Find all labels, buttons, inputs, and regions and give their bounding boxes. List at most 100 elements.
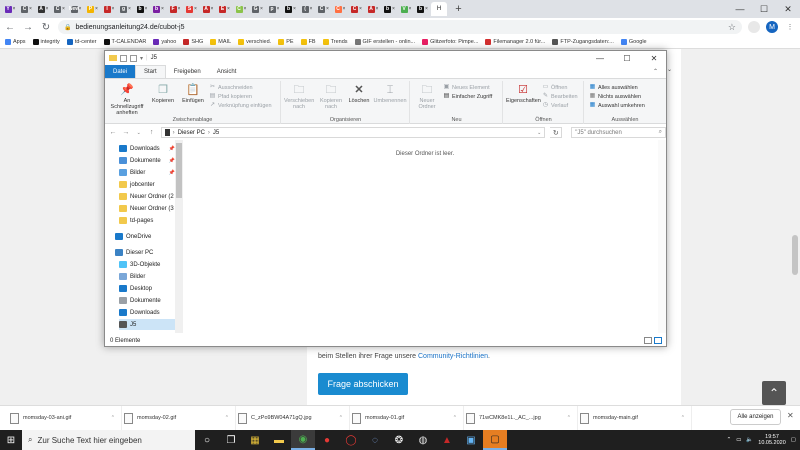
nav-item-pc[interactable]: Bilder	[119, 271, 177, 282]
move-to-button[interactable]: 🗀 Verschieben nach	[284, 83, 314, 111]
copy-button[interactable]: ❐ Kopieren	[149, 83, 177, 105]
cut-button[interactable]: ✂ Ausschneiden	[209, 84, 253, 91]
tab-close-icon[interactable]: ×	[326, 6, 329, 12]
nav-item-pc[interactable]: Dokumente	[119, 295, 177, 306]
back-arrow-icon[interactable]: ←	[109, 129, 117, 136]
nav-item-pc[interactable]: Desktop	[119, 283, 177, 294]
tab-close-icon[interactable]: ×	[260, 6, 263, 12]
nav-item-onedrive[interactable]: OneDrive	[115, 231, 173, 242]
browser-tab[interactable]: E ×	[217, 2, 233, 16]
tab-close-icon[interactable]: ×	[194, 6, 197, 12]
chrome-menu-icon[interactable]: ⋮	[784, 21, 796, 33]
browser-tab[interactable]: G ×	[250, 2, 266, 16]
tab-close-icon[interactable]: ×	[343, 6, 346, 12]
bookmark-item[interactable]: MAIL	[210, 39, 231, 45]
properties-button[interactable]: ☑ Eigenschaften	[506, 83, 541, 105]
app-image-icon[interactable]: ▣	[459, 430, 483, 450]
calculator-app-icon[interactable]: ▦	[243, 430, 267, 450]
quick-access-dropdown-icon[interactable]: ▾	[140, 55, 143, 62]
refresh-icon[interactable]: ↻	[550, 127, 563, 138]
copy-to-button[interactable]: 🗀 Kopieren nach	[316, 83, 346, 111]
nav-item-pc[interactable]: Downloads	[119, 307, 177, 318]
forward-button[interactable]: →	[22, 22, 34, 33]
large-icons-view-icon[interactable]	[654, 337, 662, 344]
tab-file[interactable]: Datei	[105, 65, 136, 78]
tab-close-icon[interactable]: ×	[359, 6, 362, 12]
download-menu-chevron-icon[interactable]: ⌃	[453, 415, 457, 421]
browser-tab-active[interactable]: H	[431, 2, 447, 16]
start-windows-icon[interactable]: ⊞	[0, 430, 22, 450]
tab-close-icon[interactable]: ×	[46, 6, 49, 12]
show-all-downloads-button[interactable]: Alle anzeigen	[730, 409, 781, 425]
task-view-icon[interactable]: ❐	[219, 430, 243, 450]
nav-scroll-thumb[interactable]	[176, 143, 182, 198]
download-item[interactable]: C_zPo9BW04A71gQ.jpg ⌃	[236, 405, 350, 431]
tab-close-icon[interactable]: ×	[112, 6, 115, 12]
bookmark-item[interactable]: integrity	[32, 39, 60, 45]
tab-share[interactable]: Freigeben	[166, 65, 209, 78]
new-folder-button[interactable]: 🗀 Neuer Ordner	[413, 83, 441, 111]
quick-access-folder-icon[interactable]	[130, 54, 137, 62]
tab-close-icon[interactable]: ×	[79, 6, 82, 12]
bookmark-item[interactable]: PE	[278, 39, 294, 45]
download-item[interactable]: momsday-01.gif ⌃	[350, 405, 464, 431]
app-blue-icon[interactable]: ◌	[363, 430, 387, 450]
new-item-button[interactable]: ▣ Neues Element	[443, 84, 490, 91]
browser-tab[interactable]: P ×	[85, 2, 101, 16]
nav-item-pc[interactable]: 3D-Objekte	[119, 259, 177, 270]
reload-button[interactable]: ↻	[40, 22, 52, 33]
bookmark-item[interactable]: Trends	[322, 39, 348, 45]
community-guidelines-link[interactable]: Community-Richtlinien	[418, 353, 488, 360]
taskbar-search-input[interactable]: ⌕ Zur Suche Text hier eingeben	[22, 430, 195, 450]
bookmark-item[interactable]: verschied.	[238, 39, 271, 45]
bookmark-item[interactable]: Google	[620, 39, 647, 45]
close-button[interactable]: ✕	[642, 54, 666, 63]
browser-tab[interactable]: I ×	[101, 2, 117, 16]
tab-close-icon[interactable]: ×	[161, 6, 164, 12]
back-button[interactable]: ←	[4, 22, 16, 33]
app-red-circle-icon[interactable]: ●	[315, 430, 339, 450]
open-button[interactable]: ▭ Öffnen	[542, 84, 568, 91]
browser-tab[interactable]: C ×	[52, 2, 68, 16]
quick-access-save-icon[interactable]	[120, 54, 127, 62]
copy-path-button[interactable]: ▤ Pfad kopieren	[209, 93, 252, 100]
path-dropdown-icon[interactable]: ⌄	[537, 130, 541, 136]
tab-close-icon[interactable]: ×	[293, 6, 296, 12]
bookmark-item[interactable]: Filemanager 2.0 für...	[485, 39, 545, 45]
download-menu-chevron-icon[interactable]: ⌃	[567, 415, 571, 421]
scroll-top-button[interactable]: ⌃	[762, 381, 786, 405]
search-input[interactable]: "J5" durchsuchen ⌕	[571, 127, 666, 138]
tab-close-icon[interactable]: ×	[145, 6, 148, 12]
browser-tab[interactable]: b ×	[415, 2, 431, 16]
cortana-circle-icon[interactable]: ○	[195, 430, 219, 450]
nav-item-quick[interactable]: Neuer Ordner (2	[119, 191, 177, 202]
nav-item-pc[interactable]: Musik	[119, 331, 177, 333]
ribbon-collapse-icon[interactable]: ⌃	[653, 65, 658, 78]
nav-item-quick[interactable]: Bilder 📌	[119, 167, 177, 178]
bookmark-item[interactable]: FTP-Zugangsdaten:...	[552, 39, 614, 45]
tab-close-icon[interactable]: ×	[178, 6, 181, 12]
tab-close-icon[interactable]: ×	[376, 6, 379, 12]
tab-close-icon[interactable]: ×	[95, 6, 98, 12]
browser-tab[interactable]: A ×	[200, 2, 216, 16]
breadcrumb-this-pc[interactable]: Dieser PC	[178, 130, 205, 136]
download-item[interactable]: momsday-03-ani.gif ⌃	[8, 405, 122, 431]
notification-icon[interactable]: ▢	[791, 437, 796, 443]
maximize-button[interactable]: ☐	[615, 54, 639, 63]
browser-tab[interactable]: A ×	[35, 2, 51, 16]
opera-app-icon[interactable]: ◯	[339, 430, 363, 450]
browser-tab[interactable]: C ×	[349, 2, 365, 16]
download-menu-chevron-icon[interactable]: ⌃	[225, 415, 229, 421]
forward-arrow-icon[interactable]: →	[122, 129, 130, 136]
browser-tab[interactable]: New ×	[68, 2, 84, 16]
app-orange-icon[interactable]: ▢	[483, 430, 507, 450]
paste-shortcut-button[interactable]: ↗ Verknüpfung einfügen	[209, 102, 272, 109]
browser-tab[interactable]: A ×	[365, 2, 381, 16]
browser-tab[interactable]: S ×	[184, 2, 200, 16]
bookmark-item[interactable]: SHG	[183, 39, 203, 45]
browser-tab[interactable]: b ×	[382, 2, 398, 16]
delete-button[interactable]: ✕ Löschen	[346, 83, 372, 105]
download-menu-chevron-icon[interactable]: ⌃	[111, 415, 115, 421]
rename-button[interactable]: ⌶ Umbenennen	[372, 83, 408, 105]
browser-tab[interactable]: C ×	[19, 2, 35, 16]
